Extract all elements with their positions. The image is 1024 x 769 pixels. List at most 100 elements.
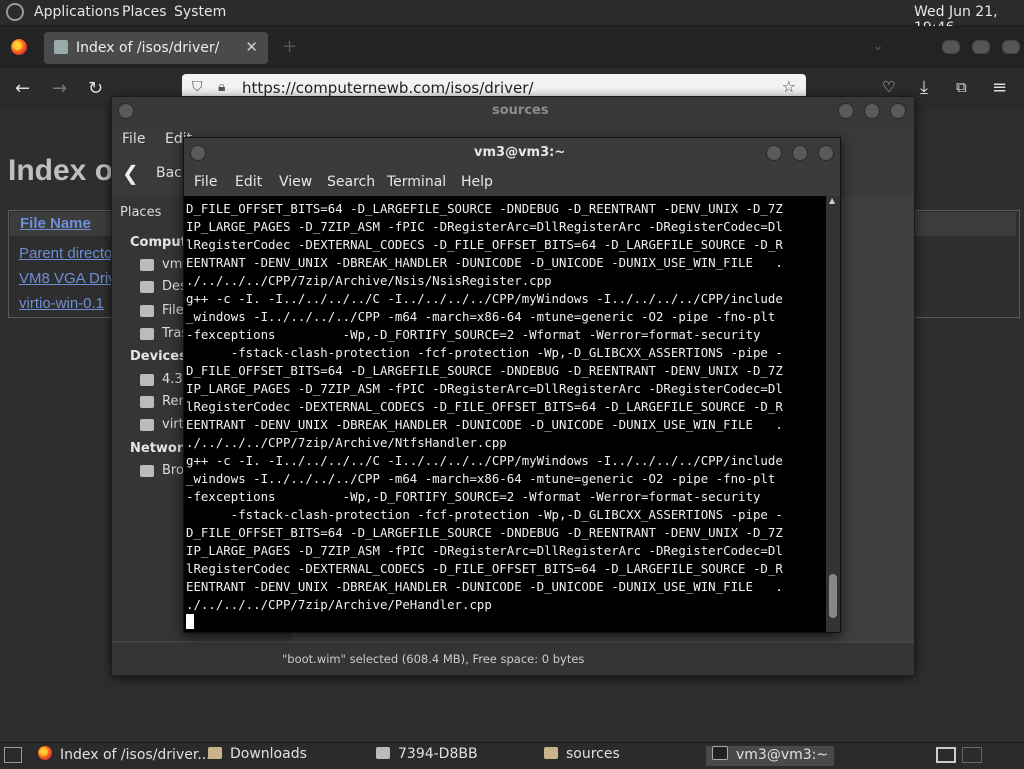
- terminal-line: D_FILE_OFFSET_BITS=64 -D_LARGEFILE_SOURC…: [186, 201, 783, 216]
- terminal-title: vm3@vm3:~: [474, 145, 566, 160]
- places-dropdown[interactable]: Places: [120, 205, 161, 220]
- tab-strip: Index of /isos/driver/ ✕ + ⌄: [0, 26, 1024, 68]
- folder-icon: [208, 747, 222, 759]
- workspace-switcher-1[interactable]: [936, 747, 956, 763]
- filesystem-icon: [140, 305, 154, 317]
- minimize-button[interactable]: [942, 40, 960, 54]
- new-tab-button[interactable]: +: [282, 36, 297, 57]
- taskbar-item-terminal[interactable]: vm3@vm3:~: [706, 746, 835, 766]
- pocket-icon[interactable]: ♡: [882, 78, 895, 96]
- hamburger-menu-icon[interactable]: ≡: [992, 77, 1007, 98]
- taskbar-label: 7394-D8BB: [398, 746, 478, 762]
- tab-title: Index of /isos/driver/: [76, 40, 220, 56]
- menu-terminal[interactable]: Terminal: [387, 174, 446, 190]
- terminal-line: _windows -I../../../../CPP -m64 -march=x…: [186, 309, 776, 324]
- terminal-lines: D_FILE_OFFSET_BITS=64 -D_LARGEFILE_SOURC…: [186, 200, 783, 614]
- distro-logo-icon[interactable]: [6, 3, 24, 21]
- taskbar-item-sources[interactable]: sources: [538, 746, 626, 766]
- taskbar-label: vm3@vm3:~: [736, 747, 829, 763]
- taskbar-item-browser[interactable]: Index of /isos/driver...: [32, 746, 217, 766]
- minimize-button[interactable]: [838, 103, 854, 119]
- link-virtio-win[interactable]: virtio-win-0.1: [19, 295, 104, 312]
- tab-close-icon[interactable]: ✕: [245, 38, 258, 56]
- terminal-line: -fexceptions -Wp,-D_FORTIFY_SOURCE=2 -Wf…: [186, 327, 761, 342]
- folder-icon: [544, 747, 558, 759]
- terminal-scrollbar[interactable]: ▲: [826, 196, 840, 632]
- terminal-line: D_FILE_OFFSET_BITS=64 -D_LARGEFILE_SOURC…: [186, 363, 783, 378]
- taskbar-label: Index of /isos/driver...: [60, 747, 211, 763]
- back-icon[interactable]: ❮: [122, 161, 139, 185]
- taskbar-label: sources: [566, 746, 620, 762]
- maximize-button[interactable]: [864, 103, 880, 119]
- tab-favicon-icon: [54, 40, 68, 54]
- terminal-line: IP_LARGE_PAGES -D_7ZIP_ASM -fPIC -DRegis…: [186, 543, 783, 558]
- window-menu-button[interactable]: [118, 103, 134, 119]
- minimize-button[interactable]: [766, 145, 782, 161]
- menu-file[interactable]: File: [122, 131, 145, 147]
- maximize-button[interactable]: [792, 145, 808, 161]
- terminal-window: vm3@vm3:~ File Edit View Search Terminal…: [183, 137, 841, 633]
- download-icon[interactable]: ⤓: [920, 77, 928, 98]
- menu-system[interactable]: System: [174, 4, 226, 20]
- text-cursor: [186, 614, 194, 629]
- forward-arrow-icon[interactable]: →: [52, 78, 67, 99]
- terminal-line: D_FILE_OFFSET_BITS=64 -D_LARGEFILE_SOURC…: [186, 525, 783, 540]
- close-button[interactable]: [890, 103, 906, 119]
- terminal-line: lRegisterCodec -DEXTERNAL_CODECS -D_FILE…: [186, 237, 783, 252]
- lock-icon[interactable]: 🔒︎: [218, 79, 225, 95]
- status-text: "boot.wim" selected (608.4 MB), Free spa…: [282, 652, 585, 666]
- url-text[interactable]: https://computernewb.com/isos/driver/: [242, 79, 533, 97]
- file-manager-statusbar: "boot.wim" selected (608.4 MB), Free spa…: [112, 643, 914, 675]
- scrollbar-thumb[interactable]: [829, 574, 837, 618]
- menu-view[interactable]: View: [279, 174, 312, 190]
- browser-tab[interactable]: Index of /isos/driver/ ✕: [44, 32, 268, 64]
- taskbar-label: Downloads: [230, 746, 307, 762]
- file-name-header[interactable]: File Name: [20, 215, 91, 232]
- terminal-line: IP_LARGE_PAGES -D_7ZIP_ASM -fPIC -DRegis…: [186, 381, 783, 396]
- firefox-icon[interactable]: [11, 39, 27, 55]
- menu-places[interactable]: Places: [122, 4, 167, 20]
- close-button[interactable]: [1002, 40, 1020, 54]
- window-menu-button[interactable]: [190, 145, 206, 161]
- taskbar-item-drive[interactable]: 7394-D8BB: [370, 746, 484, 766]
- top-panel: Applications Places System Wed Jun 21, 1…: [0, 0, 1024, 36]
- menu-applications[interactable]: Applications: [34, 4, 120, 20]
- trash-icon: [140, 328, 154, 340]
- file-manager-titlebar[interactable]: sources: [112, 97, 914, 125]
- menu-file[interactable]: File: [194, 174, 217, 190]
- bookmark-star-icon[interactable]: ☆: [782, 77, 796, 96]
- back-arrow-icon[interactable]: ←: [15, 78, 30, 99]
- terminal-line: g++ -c -I. -I../../../../C -I../../../..…: [186, 453, 783, 468]
- terminal-titlebar[interactable]: vm3@vm3:~: [184, 138, 840, 168]
- close-button[interactable]: [818, 145, 834, 161]
- terminal-icon: [712, 746, 728, 760]
- drive-icon: [376, 747, 390, 759]
- scroll-up-icon[interactable]: ▲: [829, 196, 835, 205]
- terminal-line: ./../../../CPP/7zip/Archive/NtfsHandler.…: [186, 435, 507, 450]
- bottom-panel: Index of /isos/driver... Downloads 7394-…: [0, 742, 1024, 769]
- extensions-icon[interactable]: ⧉: [956, 78, 967, 96]
- menu-help[interactable]: Help: [461, 174, 493, 190]
- terminal-line: _windows -I../../../../CPP -m64 -march=x…: [186, 471, 776, 486]
- taskbar-item-downloads[interactable]: Downloads: [202, 746, 313, 766]
- optical-drive-icon: [140, 419, 154, 431]
- reload-icon[interactable]: ↻: [88, 78, 103, 99]
- terminal-line: -fstack-clash-protection -fcf-protection…: [186, 345, 783, 360]
- desktop-icon: [140, 281, 154, 293]
- terminal-line: EENTRANT -DENV_UNIX -DBREAK_HANDLER -DUN…: [186, 417, 783, 432]
- terminal-line: -fexceptions -Wp,-D_FORTIFY_SOURCE=2 -Wf…: [186, 489, 761, 504]
- terminal-line: g++ -c -I. -I../../../../C -I../../../..…: [186, 291, 783, 306]
- terminal-output[interactable]: D_FILE_OFFSET_BITS=64 -D_LARGEFILE_SOURC…: [184, 196, 826, 632]
- firefox-icon: [38, 746, 52, 760]
- menu-edit[interactable]: Edit: [235, 174, 262, 190]
- terminal-line: ./../../../CPP/7zip/Archive/PeHandler.cp…: [186, 597, 492, 612]
- menu-search[interactable]: Search: [327, 174, 375, 190]
- maximize-button[interactable]: [972, 40, 990, 54]
- workspace-switcher-2[interactable]: [962, 747, 982, 763]
- show-desktop-icon[interactable]: [4, 747, 22, 763]
- tab-list-chevron-icon[interactable]: ⌄: [872, 38, 884, 54]
- terminal-line: EENTRANT -DENV_UNIX -DBREAK_HANDLER -DUN…: [186, 579, 783, 594]
- terminal-line: lRegisterCodec -DEXTERNAL_CODECS -D_FILE…: [186, 399, 783, 414]
- shield-icon[interactable]: ⛉: [192, 79, 203, 95]
- terminal-line: -fstack-clash-protection -fcf-protection…: [186, 507, 783, 522]
